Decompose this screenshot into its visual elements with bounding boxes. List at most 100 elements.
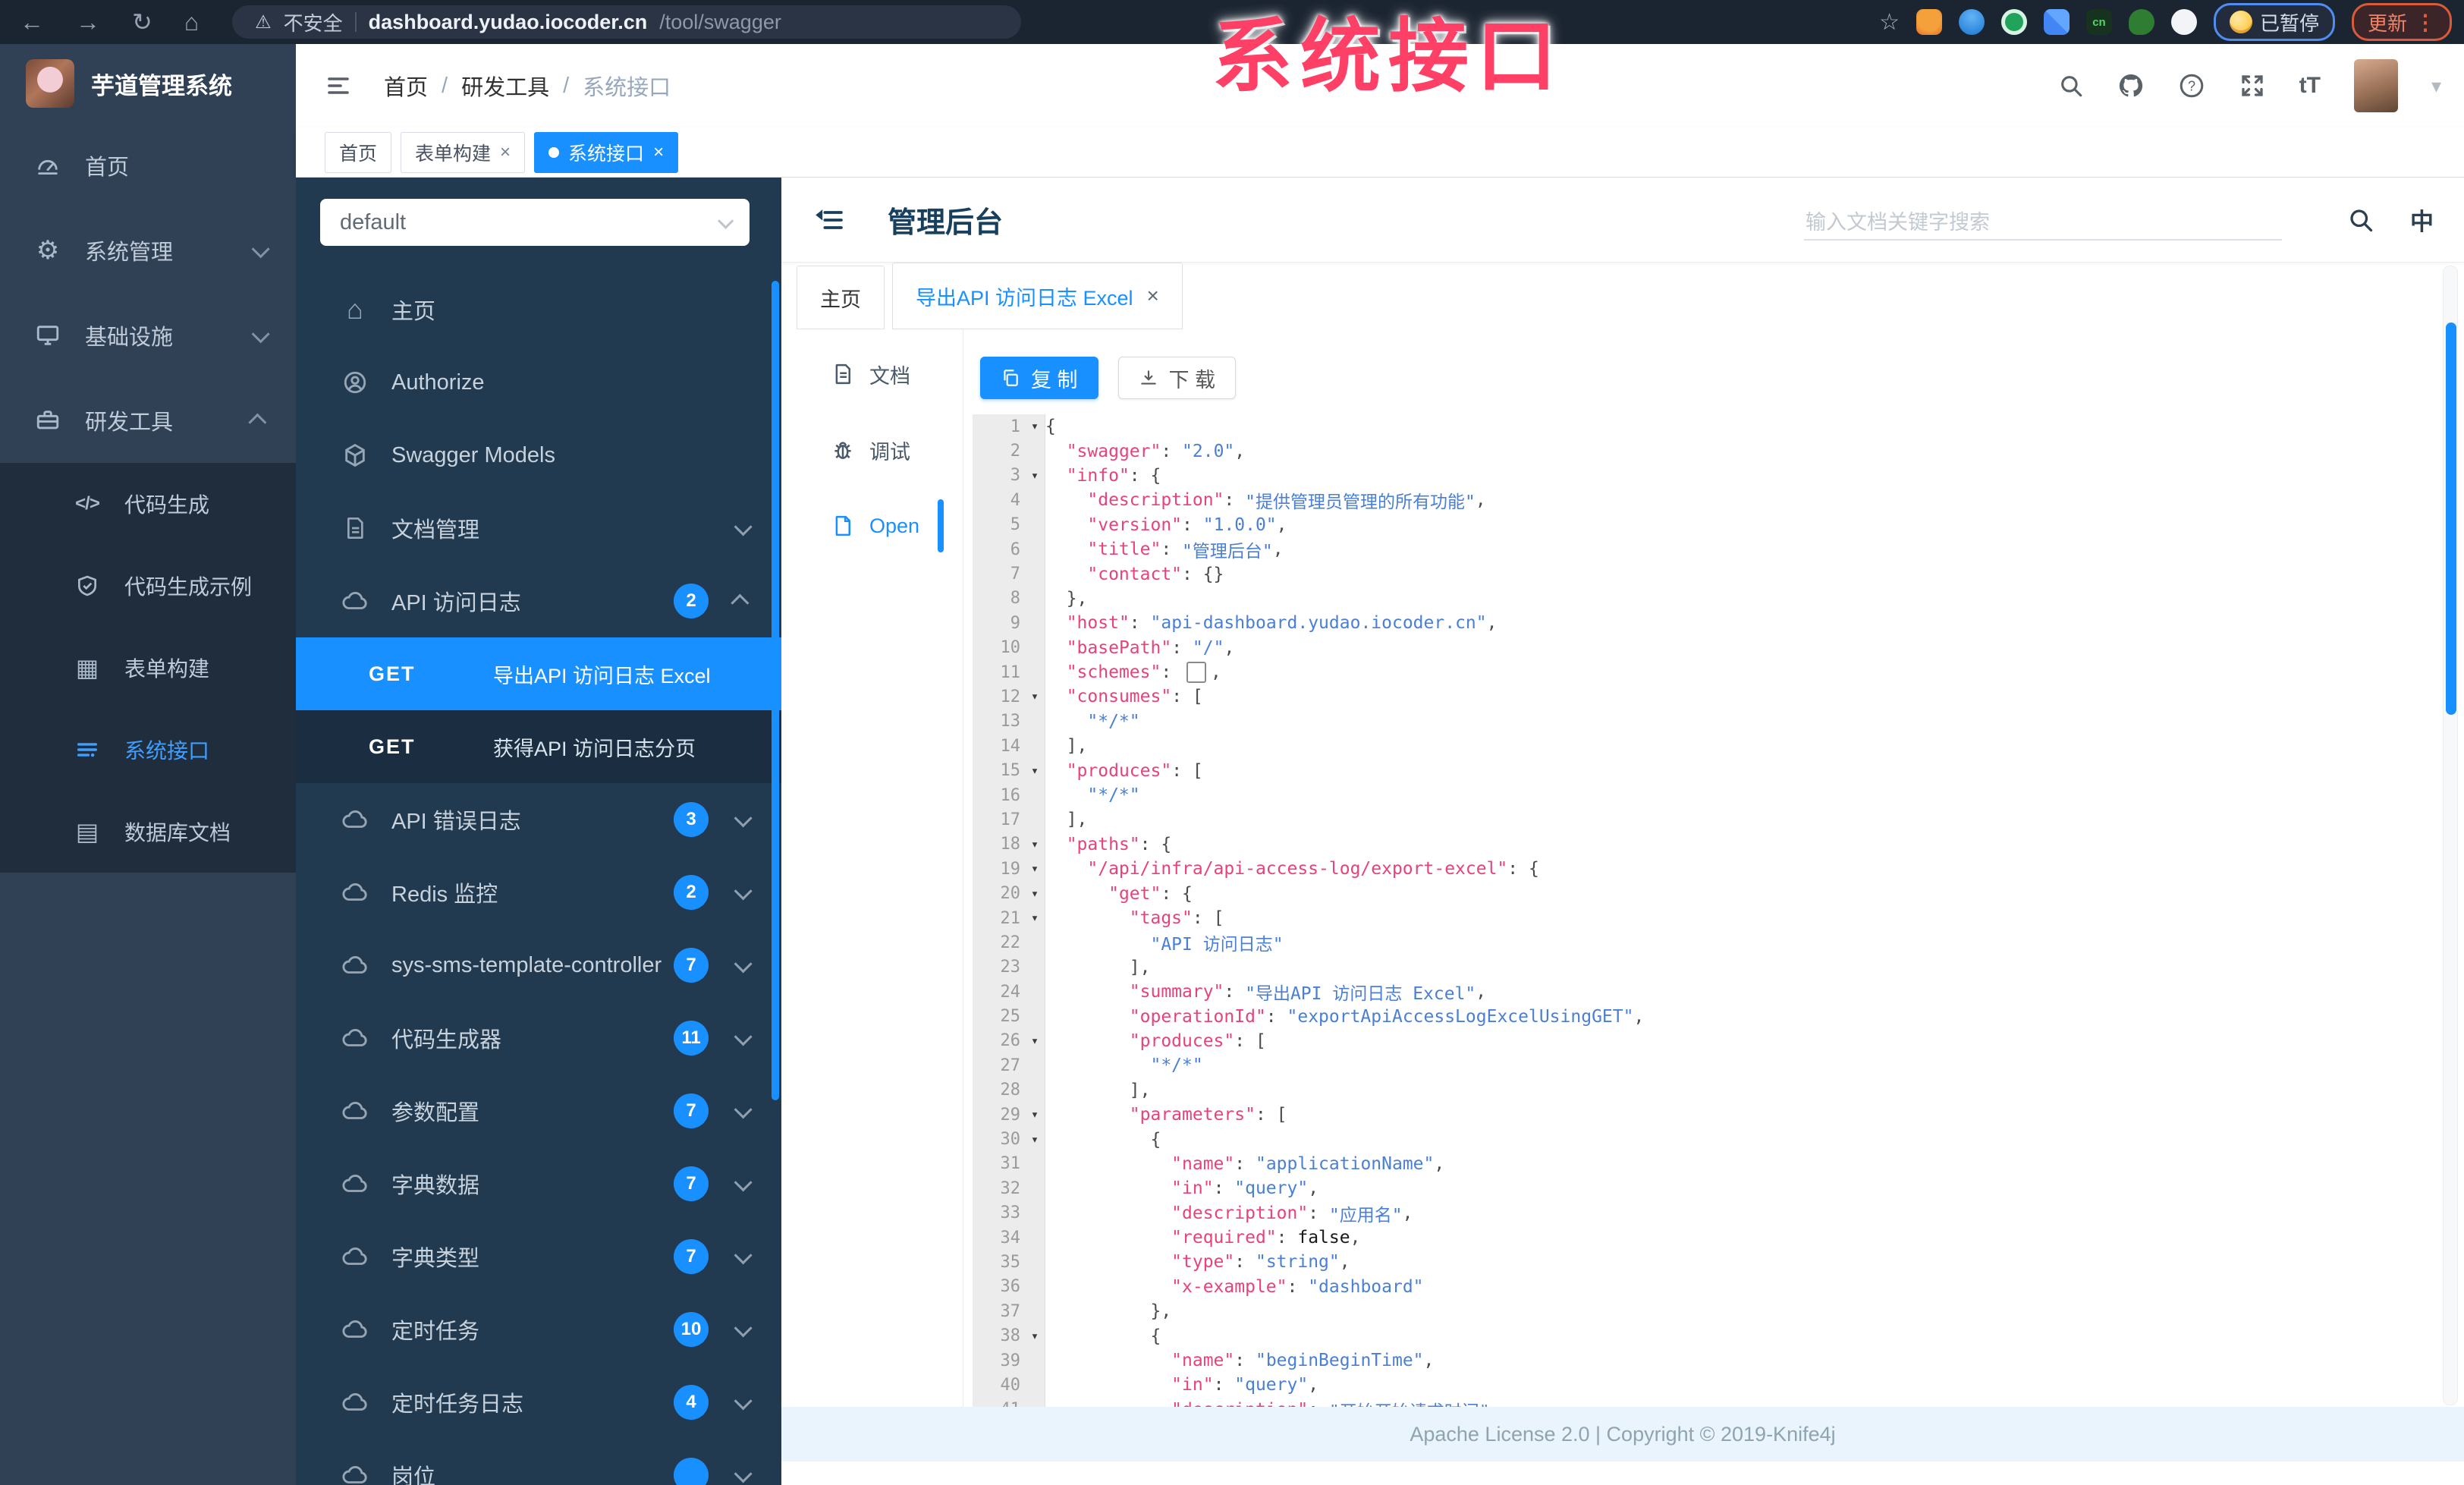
swagger-item-top-3[interactable]: 文档管理 <box>296 492 781 565</box>
fold-caret-icon[interactable]: ▾ <box>1025 1329 1045 1344</box>
sidebar-item-2[interactable]: 基础设施 <box>0 293 296 378</box>
address-bar[interactable]: ⚠ 不安全 dashboard.yudao.iocoder.cn /tool/s… <box>232 5 1022 39</box>
ext-green-icon[interactable] <box>2000 9 2027 35</box>
swagger-scrollbar[interactable] <box>772 281 779 1100</box>
line-number: 35 <box>1000 1252 1021 1272</box>
sidebar-subitem-2[interactable]: ▦ 表单构建 <box>0 627 296 709</box>
scrollbar-thumb[interactable] <box>2446 322 2456 715</box>
doc-search-input[interactable] <box>1804 206 2282 239</box>
editor-code[interactable]: { "swagger": "2.0", "info": { "descripti… <box>1045 414 2412 1407</box>
tag-表单构建[interactable]: 表单构建 × <box>401 131 526 173</box>
content-header: 管理后台 中 <box>781 178 2464 263</box>
sidebar-item-3[interactable]: 研发工具 <box>0 378 296 463</box>
search-icon[interactable] <box>2058 73 2084 99</box>
fontsize-icon[interactable]: tT <box>2299 73 2321 99</box>
chevron-down-icon[interactable]: ▾ <box>2431 74 2441 98</box>
panel-fold-icon[interactable] <box>815 205 845 235</box>
sidebar-subitem-1[interactable]: 代码生成示例 <box>0 545 296 627</box>
forward-icon[interactable]: → <box>76 8 100 36</box>
menu-dots-icon[interactable]: ⋮ <box>2415 10 2436 35</box>
fold-caret-icon[interactable]: ▾ <box>1025 689 1045 704</box>
swagger-item-bottom-0[interactable]: API 错误日志 3 <box>296 783 781 856</box>
language-toggle[interactable]: 中 <box>2410 203 2434 237</box>
update-chip[interactable]: 更新 ⋮ <box>2351 3 2452 41</box>
doc-tab-导出API 访问日志 Excel[interactable]: 导出API 访问日志 Excel × <box>892 263 1183 329</box>
swagger-item-bottom-9[interactable]: 岗位 <box>296 1439 781 1485</box>
sidebar-item-0[interactable]: 首页 <box>0 123 296 208</box>
swagger-item-bottom-3[interactable]: 代码生成器 11 <box>296 1002 781 1074</box>
url-host[interactable]: dashboard.yudao.iocoder.cn <box>369 11 648 34</box>
swagger-item-top-0[interactable]: ⌂ 主页 <box>296 273 781 346</box>
ext-paw-icon[interactable] <box>2170 9 2197 35</box>
tag-系统接口[interactable]: 系统接口 × <box>534 131 679 173</box>
close-icon[interactable]: × <box>653 142 664 163</box>
view-tab-调试[interactable]: 调试 <box>781 419 963 481</box>
help-icon[interactable]: ? <box>2178 72 2205 99</box>
swagger-item-bottom-4[interactable]: 参数配置 7 <box>296 1074 781 1147</box>
fold-caret-icon[interactable]: ▾ <box>1025 1132 1045 1147</box>
collapsed-fold-icon[interactable] <box>1186 662 1207 684</box>
sidebar-subitem-4[interactable]: ▤ 数据库文档 <box>0 791 296 873</box>
reload-icon[interactable]: ↻ <box>132 8 152 36</box>
swagger-item-top-4[interactable]: API 访问日志 2 <box>296 565 781 637</box>
view-tab-文档[interactable]: 文档 <box>781 343 963 405</box>
fold-caret-icon[interactable]: ▾ <box>1025 861 1045 876</box>
doc-search-icon[interactable] <box>2347 206 2374 234</box>
tag-label: 系统接口 <box>568 143 645 165</box>
fold-caret-icon[interactable]: ▾ <box>1025 837 1045 852</box>
doc-tab-主页[interactable]: 主页 <box>797 266 885 329</box>
breadcrumb-item[interactable]: 研发工具 <box>461 70 549 102</box>
swagger-item-bottom-7[interactable]: 定时任务 10 <box>296 1293 781 1366</box>
json-editor[interactable]: 1 ▾ 2 3 ▾ 4 5 6 7 8 9 10 11 12 ▾ 13 14 15 ▾ … <box>973 414 2412 1407</box>
tag-首页[interactable]: 首页 <box>325 131 392 173</box>
swagger-item-bottom-6[interactable]: 字典类型 7 <box>296 1220 781 1293</box>
swagger-item-bottom-2[interactable]: sys-sms-template-controller 7 <box>296 929 781 1002</box>
fold-caret-icon[interactable]: ▾ <box>1025 1107 1045 1122</box>
swagger-item-top-2[interactable]: Swagger Models <box>296 419 781 492</box>
ext-grid-icon[interactable] <box>2043 9 2070 35</box>
sidebar-item-1[interactable]: ⚙ 系统管理 <box>0 208 296 293</box>
ext-blue-icon[interactable] <box>1958 9 1985 35</box>
swagger-item-bottom-8[interactable]: 定时任务日志 4 <box>296 1366 781 1439</box>
github-icon[interactable] <box>2117 72 2145 99</box>
swagger-item-label: 代码生成器 <box>391 1028 502 1052</box>
breadcrumb-item[interactable]: 系统接口 <box>583 70 671 102</box>
security-label[interactable]: 不安全 <box>284 8 343 36</box>
close-icon[interactable]: × <box>1147 284 1159 308</box>
close-icon[interactable]: × <box>500 142 511 163</box>
fold-caret-icon[interactable]: ▾ <box>1025 419 1045 434</box>
back-icon[interactable]: ← <box>20 8 44 36</box>
count-badge <box>674 1458 709 1485</box>
view-tab-Open[interactable]: Open <box>781 495 963 557</box>
api-group-select[interactable]: default <box>320 199 750 246</box>
copy-button[interactable]: 复 制 <box>980 357 1098 399</box>
paused-chip[interactable]: 已暂停 <box>2213 3 2335 41</box>
swagger-endpoint-0[interactable]: GET 导出API 访问日志 Excel <box>296 637 781 710</box>
swagger-item-top-1[interactable]: Authorize <box>296 346 781 419</box>
fold-caret-icon[interactable]: ▾ <box>1025 911 1045 926</box>
swagger-endpoint-1[interactable]: GET 获得API 访问日志分页 <box>296 710 781 783</box>
doc-search-field[interactable] <box>1804 200 2282 241</box>
fold-caret-icon[interactable]: ▾ <box>1025 1034 1045 1049</box>
ext-leaf-icon[interactable] <box>2128 9 2154 35</box>
fullscreen-icon[interactable] <box>2239 72 2266 99</box>
header-icons: ? tT ▾ <box>2058 59 2441 112</box>
bookmark-star-icon[interactable]: ☆ <box>1879 9 1900 36</box>
sidebar-subitem-3[interactable]: 系统接口 <box>0 709 296 791</box>
user-avatar[interactable] <box>2353 59 2398 112</box>
swagger-item-bottom-1[interactable]: Redis 监控 2 <box>296 856 781 929</box>
app-logo[interactable]: 芋道管理系统 <box>0 44 296 123</box>
fold-caret-icon[interactable]: ▾ <box>1025 468 1045 483</box>
fold-caret-icon[interactable]: ▾ <box>1025 763 1045 779</box>
breadcrumb-item[interactable]: 首页 <box>384 70 428 102</box>
sidebar-item-label: 基础设施 <box>85 326 174 350</box>
swagger-item-bottom-5[interactable]: 字典数据 7 <box>296 1147 781 1220</box>
ext-translate-icon[interactable]: cn <box>2085 9 2112 35</box>
download-button[interactable]: 下 载 <box>1117 357 1237 399</box>
sidebar-fold-icon[interactable] <box>325 72 352 99</box>
home-icon[interactable]: ⌂ <box>184 8 199 36</box>
code-line: "contact": {} <box>1087 564 1224 584</box>
fold-caret-icon[interactable]: ▾ <box>1025 886 1045 901</box>
sidebar-subitem-0[interactable]: </> 代码生成 <box>0 463 296 545</box>
ext-orange-icon[interactable] <box>1916 9 1942 35</box>
